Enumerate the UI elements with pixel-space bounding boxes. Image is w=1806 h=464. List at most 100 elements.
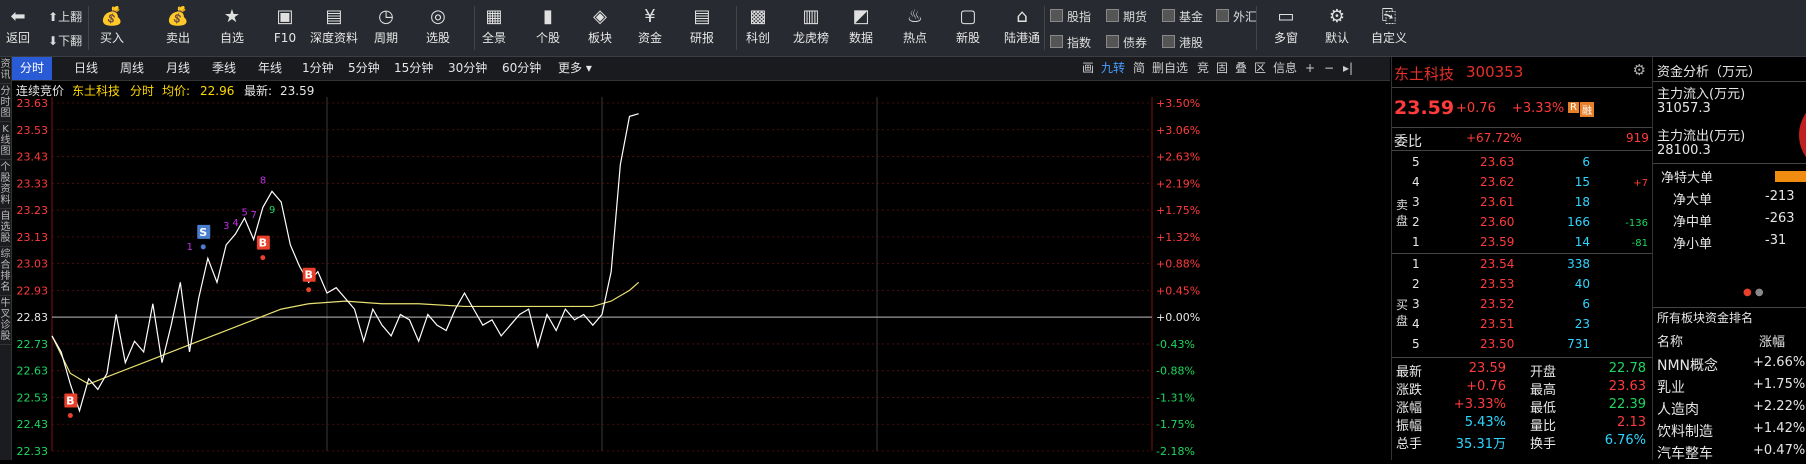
chart-tool-button[interactable]: +	[1305, 57, 1315, 80]
period-tab[interactable]: 30分钟	[448, 57, 487, 80]
y-tick-left: 23.63	[17, 97, 49, 110]
stat-row: 涨跌 +0.76 最高 23.63	[1392, 377, 1652, 398]
sell-bag-button[interactable]: 💰 卖出	[160, 4, 196, 52]
period-tab[interactable]: 分时	[12, 57, 53, 80]
flame-button[interactable]: ♨ 热点	[897, 4, 933, 52]
chart-header-last-label: 最新:	[244, 83, 272, 98]
rank-col-pct: 涨幅	[1759, 335, 1786, 350]
clock-button[interactable]: ◷ 周期	[368, 4, 404, 52]
market-link[interactable]: 指数	[1050, 34, 1091, 51]
ipo-button[interactable]: ▢ 新股	[950, 4, 986, 52]
grid-icon: ▦	[485, 6, 503, 27]
hk-connect-button[interactable]: ⌂ 陆港通	[999, 4, 1045, 52]
stat-value: 6.76%	[1604, 433, 1646, 448]
stat-row: 最新 23.59 开盘 22.78	[1392, 359, 1652, 380]
bid-price: 23.51	[1480, 317, 1515, 331]
trade-signal-dot	[306, 287, 312, 293]
line-chart-button[interactable]: ◩ 数据	[843, 4, 879, 52]
pager-dots-icon[interactable]: ● ●	[1743, 287, 1764, 298]
ask-price: 23.62	[1480, 175, 1515, 189]
period-tab[interactable]: 周线	[120, 57, 144, 80]
period-tab[interactable]: 日线	[74, 57, 98, 80]
period-tab[interactable]: 季线	[212, 57, 236, 80]
chart-tool-button[interactable]: −	[1324, 57, 1334, 80]
f9-doc-button[interactable]: ▤ 深度资料	[306, 4, 362, 52]
period-tab[interactable]: 更多 ▾	[558, 57, 592, 80]
quote-panel: 东土科技 300353 ⚙ 23.59 +0.76 +3.33% R 融 委比 …	[1391, 57, 1652, 460]
ask-price: 23.63	[1480, 155, 1515, 169]
period-tab[interactable]: 15分钟	[394, 57, 433, 80]
market-link[interactable]: 股指	[1050, 8, 1091, 25]
intraday-chart[interactable]: 连续竞价 东土科技 分时 均价: 22.96 最新: 23.59 23.63 +3.50% 23.…	[12, 81, 1390, 460]
sector-rank-row[interactable]: NMN概念 +2.66%	[1653, 355, 1806, 375]
chart-tool-button[interactable]: 区	[1254, 57, 1266, 80]
back-arrow-button[interactable]: ⬅ 返回	[0, 4, 36, 52]
side-tab[interactable]: 分时图	[0, 84, 11, 122]
sector-rank-row[interactable]: 汽车整车 +0.47%	[1653, 443, 1806, 460]
side-tab[interactable]: 资讯	[0, 57, 11, 84]
chart-header-name: 东土科技	[72, 84, 120, 98]
chart-tool-button[interactable]: 删自选	[1152, 57, 1188, 80]
sector-rank-row[interactable]: 饮料制造 +1.42%	[1653, 421, 1806, 441]
toolbar-button-label: 返回	[5, 31, 30, 45]
y-tick-right: -1.31%	[1156, 391, 1195, 404]
toolbar-button-label: 数据	[848, 31, 873, 45]
stat-label: 换手	[1530, 437, 1557, 452]
gear-button[interactable]: ⚙ 默认	[1315, 4, 1359, 52]
report-icon: ▤	[693, 6, 711, 27]
settings-gear-icon[interactable]: ⚙	[1633, 61, 1646, 79]
period-tab[interactable]: 月线	[166, 57, 190, 80]
sector-rank-row[interactable]: 乳业 +1.75%	[1653, 377, 1806, 397]
side-tab[interactable]: 个股资料	[0, 160, 11, 209]
yen-button[interactable]: ¥ 资金	[632, 4, 668, 52]
market-link[interactable]: 期货	[1106, 8, 1147, 25]
market-link[interactable]: 外汇	[1216, 8, 1257, 25]
y-tick-right: +0.88%	[1156, 258, 1200, 271]
report-button[interactable]: ▤ 研报	[684, 4, 720, 52]
toolbar-button-label: 资金	[637, 31, 662, 45]
layers-button[interactable]: ◈ 板块	[582, 4, 618, 52]
market-link[interactable]: 债券	[1106, 34, 1147, 51]
chart-tool-button[interactable]: 九转	[1101, 57, 1125, 80]
grid-button[interactable]: ▦ 全景	[476, 4, 512, 52]
buy-bag-button[interactable]: 💰 买入	[94, 4, 130, 52]
side-tab[interactable]: 自选股	[0, 209, 11, 247]
chart-tool-button[interactable]: 竞	[1197, 57, 1209, 80]
customize-button[interactable]: ⎘ 自定义	[1366, 4, 1412, 52]
sector-rank-row[interactable]: 人造肉 +2.22%	[1653, 399, 1806, 419]
period-tab[interactable]: 1分钟	[302, 57, 334, 80]
toolbar-divider	[474, 6, 475, 50]
bar-chart-button[interactable]: ▥ 龙虎榜	[788, 4, 834, 52]
candlestick-button[interactable]: ▮ 个股	[530, 4, 566, 52]
chart-tool-button[interactable]: ▸|	[1343, 57, 1353, 80]
chart-tool-button[interactable]: 叠	[1235, 57, 1247, 80]
period-tab[interactable]: 60分钟	[502, 57, 541, 80]
y-tick-left: 22.53	[17, 391, 49, 404]
market-link[interactable]: 港股	[1162, 34, 1203, 51]
star-button[interactable]: ★ 自选	[214, 4, 250, 52]
kechuang-button[interactable]: ▩ 科创	[740, 4, 776, 52]
page-down-button[interactable]: ⬇下翻	[48, 32, 82, 49]
side-tab[interactable]: K线图	[0, 122, 11, 160]
page-up-button[interactable]: ⬆上翻	[48, 8, 82, 25]
side-tab[interactable]: 牛叉诊股	[0, 296, 11, 345]
market-icon	[1106, 35, 1119, 48]
bid-level: 4	[1412, 317, 1420, 331]
multi-window-button[interactable]: ▭ 多窗	[1264, 4, 1308, 52]
filter-button[interactable]: ◎ 选股	[420, 4, 456, 52]
clock-icon: ◷	[378, 6, 394, 27]
weibi-value: +67.72%	[1466, 131, 1522, 145]
chart-tool-button[interactable]: 简	[1133, 57, 1145, 80]
nine-turn-label: 1	[187, 242, 193, 253]
period-tab[interactable]: 5分钟	[348, 57, 380, 80]
chart-tool-button[interactable]: 固	[1216, 57, 1228, 80]
f10-button[interactable]: ▣ F10	[267, 4, 303, 52]
side-tab[interactable]: 综合排名	[0, 247, 11, 296]
fund-donut	[1799, 97, 1806, 173]
chart-tool-button[interactable]: 信息	[1273, 57, 1297, 80]
market-link[interactable]: 基金	[1162, 8, 1203, 25]
chart-tool-button[interactable]: 画	[1082, 57, 1094, 80]
trade-signal-label: S	[199, 226, 207, 239]
period-tab[interactable]: 年线	[258, 57, 282, 80]
main-toolbar: ⬅ 返回 💰 买入 💰 卖出 ★ 自选 ▣ F10 ▤ 深度资料 ◷ 周期 ◎ 选股 ▦ 全景 ▮ 个股 ◈ 板块 ¥ 资金 ▤…	[0, 0, 1806, 57]
